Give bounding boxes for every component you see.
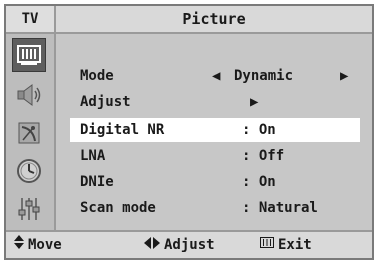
- adjust-hint: Adjust: [144, 232, 215, 258]
- menu-item-label: Adjust: [80, 94, 131, 110]
- arrow-left-icon[interactable]: ◀: [212, 68, 220, 84]
- dnie-value: : On: [242, 174, 276, 190]
- mode-value: Dynamic: [234, 68, 294, 84]
- menu-category-sidebar: [6, 34, 56, 232]
- picture-icon[interactable]: [12, 38, 46, 72]
- up-down-arrows-icon: [14, 232, 24, 258]
- channel-icon[interactable]: [12, 116, 46, 150]
- move-label: Move: [28, 237, 62, 253]
- scan-mode-value: : Natural: [242, 200, 318, 216]
- digital-nr-value: : On: [242, 122, 276, 138]
- menu-item-adjust[interactable]: Adjust ▶: [70, 90, 360, 114]
- menu-item-dnie[interactable]: DNIe : On: [70, 170, 360, 194]
- menu-item-label: DNIe: [80, 174, 114, 190]
- menu-title: Picture: [182, 10, 246, 28]
- adjust-label: Adjust: [164, 237, 215, 253]
- exit-hint: Exit: [260, 232, 312, 258]
- menu-item-digital-nr[interactable]: Digital NR : On: [70, 118, 360, 142]
- exit-label: Exit: [278, 237, 312, 253]
- source-label: TV: [6, 6, 56, 32]
- left-right-arrows-icon: [144, 232, 160, 258]
- title-bar: TV Picture: [6, 6, 372, 34]
- timer-icon[interactable]: [12, 154, 46, 188]
- menu-icon: [260, 232, 274, 258]
- menu-item-label: Mode: [80, 68, 114, 84]
- picture-menu: Mode ◀ Dynamic ▶ Adjust ▶ Digital NR : O…: [56, 34, 372, 232]
- arrow-right-icon[interactable]: ▶: [340, 68, 348, 84]
- help-bar: Move Adjust Exit: [6, 230, 372, 258]
- setup-icon[interactable]: [12, 192, 46, 226]
- tv-osd-menu: TV Picture Mode ◀ Dynamic ▶ Adjust ▶ Dig…: [4, 4, 374, 260]
- arrow-right-icon[interactable]: ▶: [250, 94, 258, 110]
- menu-item-label: Digital NR: [80, 122, 165, 138]
- menu-item-mode[interactable]: Mode ◀ Dynamic ▶: [70, 64, 360, 88]
- menu-item-lna[interactable]: LNA : Off: [70, 144, 360, 168]
- sound-icon[interactable]: [12, 78, 46, 112]
- menu-item-scan-mode[interactable]: Scan mode : Natural: [70, 196, 360, 220]
- lna-value: : Off: [242, 148, 285, 164]
- menu-item-label: Scan mode: [80, 200, 156, 216]
- menu-item-label: LNA: [80, 148, 106, 164]
- move-hint: Move: [14, 232, 62, 258]
